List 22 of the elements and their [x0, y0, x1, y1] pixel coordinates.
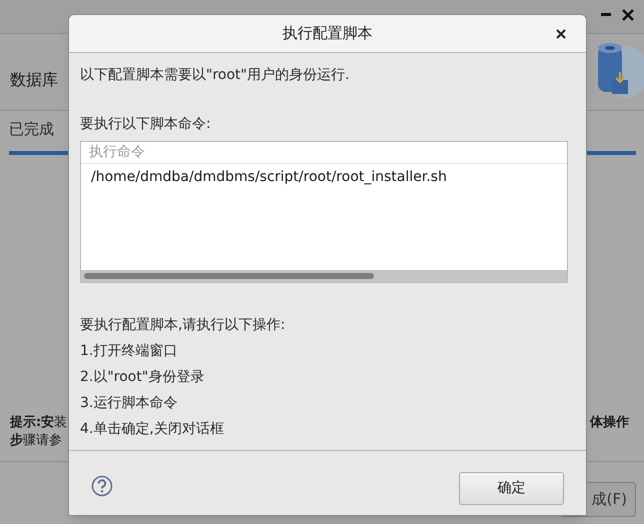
close-icon[interactable] — [556, 29, 566, 39]
header-title: 数据库 — [10, 69, 58, 91]
scrollbar-thumb[interactable] — [84, 273, 374, 279]
ok-button[interactable]: 确定 — [459, 472, 564, 505]
hint-text: 步骤请参 — [10, 432, 62, 450]
step-text: 3.运行脚本命令 — [80, 394, 178, 413]
help-icon[interactable] — [91, 475, 113, 497]
table-cell[interactable]: /home/dmdba/dmdbms/script/root/root_installer.sh — [81, 164, 567, 190]
minimize-icon[interactable] — [599, 13, 613, 17]
horizontal-scrollbar[interactable] — [81, 270, 567, 282]
hint-text: 提示:安装 — [10, 414, 68, 432]
hint-text: 体操作 — [590, 414, 629, 432]
dialog-title: 执行配置脚本 — [282, 23, 372, 44]
close-icon[interactable] — [621, 8, 635, 22]
intro-text: 以下配置脚本需要以"root"用户的身份运行. — [80, 66, 350, 85]
step-text: 2.以"root"身份登录 — [80, 368, 206, 387]
column-header: 执行命令 — [81, 142, 567, 164]
progress-label: 已完成 — [9, 119, 54, 140]
step-text: 4.单击确定,关闭对话框 — [80, 420, 225, 439]
step-text: 1.打开终端窗口 — [80, 342, 178, 361]
steps-title: 要执行配置脚本,请执行以下操作: — [80, 316, 286, 335]
commands-label: 要执行以下脚本命令: — [80, 115, 212, 134]
